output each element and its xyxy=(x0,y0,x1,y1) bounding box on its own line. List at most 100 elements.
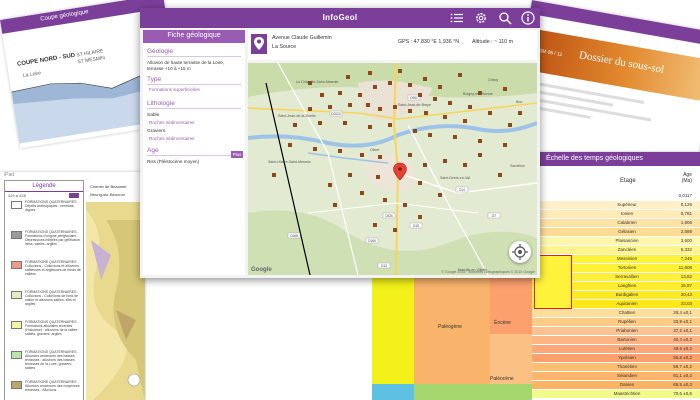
epoch-label-paleocene: Paléocène xyxy=(490,376,514,382)
stage-name: Yprésien xyxy=(618,355,636,360)
borehole-marker[interactable] xyxy=(348,173,352,177)
borehole-marker[interactable] xyxy=(368,71,372,75)
borehole-marker[interactable] xyxy=(393,228,397,232)
map-view[interactable]: La Chapelle-Saint-Mesmin Saint-Jean-de-B… xyxy=(248,63,537,275)
borehole-marker[interactable] xyxy=(346,75,350,79)
borehole-marker[interactable] xyxy=(360,191,364,195)
info-icon[interactable] xyxy=(521,11,535,25)
borehole-marker[interactable] xyxy=(320,93,324,97)
borehole-marker[interactable] xyxy=(418,181,422,185)
lithology-plus-button[interactable]: Plus xyxy=(231,151,243,158)
borehole-marker[interactable] xyxy=(388,123,392,127)
list-icon[interactable] xyxy=(450,11,464,25)
stage-row: Danien 65,5 ±0,3 xyxy=(532,381,700,389)
borehole-marker[interactable] xyxy=(423,163,427,167)
lithology-item-link[interactable]: Roches sédimentaires xyxy=(149,136,241,141)
borehole-marker[interactable] xyxy=(438,85,442,89)
legend-title: Légende xyxy=(5,181,83,192)
infogeol-window: InfoGeol Fiche géologique Géologie Alluv… xyxy=(140,8,540,278)
borehole-marker[interactable] xyxy=(408,153,412,157)
borehole-marker[interactable] xyxy=(413,129,417,133)
crosshair-icon xyxy=(512,244,528,260)
borehole-marker[interactable] xyxy=(503,87,507,91)
legend-map[interactable]: Chemin de Beaumer Neung-sur-Beuvron xyxy=(86,180,145,400)
legend-location-line2: Neung-sur-Beuvron xyxy=(90,192,125,197)
stage-age: 5,332 xyxy=(680,247,692,252)
borehole-marker[interactable] xyxy=(448,101,452,105)
borehole-marker[interactable] xyxy=(308,107,312,111)
borehole-marker[interactable] xyxy=(333,203,337,207)
borehole-marker[interactable] xyxy=(358,93,362,97)
borehole-marker[interactable] xyxy=(343,121,347,125)
borehole-marker[interactable] xyxy=(398,69,402,73)
borehole-marker[interactable] xyxy=(443,115,447,119)
borehole-marker[interactable] xyxy=(378,155,382,159)
age-heading: Age xyxy=(147,147,241,157)
borehole-marker[interactable] xyxy=(458,73,462,77)
borehole-marker[interactable] xyxy=(378,107,382,111)
borehole-marker[interactable] xyxy=(293,123,297,127)
borehole-marker[interactable] xyxy=(488,111,492,115)
borehole-marker[interactable] xyxy=(428,133,432,137)
borehole-marker[interactable] xyxy=(503,143,507,147)
borehole-marker[interactable] xyxy=(418,215,422,219)
borehole-marker[interactable] xyxy=(518,111,522,115)
borehole-marker[interactable] xyxy=(393,105,397,109)
borehole-marker[interactable] xyxy=(383,198,387,202)
stage-row: Priabonien 37,2 ±0,1 xyxy=(532,327,700,335)
borehole-marker[interactable] xyxy=(373,85,377,89)
borehole-marker[interactable] xyxy=(443,159,447,163)
borehole-marker[interactable] xyxy=(313,147,317,151)
borehole-marker[interactable] xyxy=(376,175,380,179)
borehole-marker[interactable] xyxy=(328,183,332,187)
borehole-marker[interactable] xyxy=(408,83,412,87)
stage-age: 0,781 xyxy=(680,211,692,216)
legend-swatch xyxy=(11,321,22,329)
borehole-marker[interactable] xyxy=(348,103,352,107)
borehole-marker[interactable] xyxy=(360,153,364,157)
borehole-marker[interactable] xyxy=(366,103,370,107)
time-scale-bar: Échelle des temps géologiques xyxy=(532,152,700,166)
map-canvas[interactable]: La Chapelle-Saint-Mesmin Saint-Jean-de-B… xyxy=(248,63,537,275)
borehole-marker[interactable] xyxy=(478,153,482,157)
borehole-marker[interactable] xyxy=(318,121,322,125)
road-badge: D14 xyxy=(455,186,469,193)
borehole-marker[interactable] xyxy=(433,97,437,101)
legend-swatch xyxy=(11,291,22,299)
borehole-marker[interactable] xyxy=(478,91,482,95)
borehole-marker[interactable] xyxy=(288,143,292,147)
gear-icon[interactable] xyxy=(474,11,488,25)
borehole-marker[interactable] xyxy=(463,119,467,123)
borehole-marker[interactable] xyxy=(478,139,482,143)
stage-age: 65,5 ±0,3 xyxy=(673,382,692,387)
borehole-marker[interactable] xyxy=(418,93,422,97)
borehole-marker[interactable] xyxy=(328,105,332,109)
borehole-marker[interactable] xyxy=(388,81,392,85)
map-label: Saint-Jean-de-Braye xyxy=(398,103,431,107)
borehole-marker[interactable] xyxy=(272,173,276,177)
borehole-marker[interactable] xyxy=(308,81,312,85)
borehole-marker[interactable] xyxy=(463,163,467,167)
borehole-marker[interactable] xyxy=(438,193,442,197)
borehole-marker[interactable] xyxy=(403,203,407,207)
locate-button[interactable] xyxy=(509,241,531,263)
borehole-marker[interactable] xyxy=(338,149,342,153)
legend-close-button[interactable] xyxy=(69,193,79,198)
borehole-marker[interactable] xyxy=(424,111,428,115)
road-badge: D7 xyxy=(487,212,501,219)
map-label: Saint-Jean-de-la-Ruelle xyxy=(278,114,316,118)
borehole-marker[interactable] xyxy=(338,91,342,95)
lithology-item-link[interactable]: Roches sédimentaires xyxy=(149,120,241,125)
borehole-marker[interactable] xyxy=(468,105,472,109)
borehole-marker[interactable] xyxy=(408,109,412,113)
legend-item-text: FORMATIONS QUATERNAIRES - Colluvions - C… xyxy=(25,260,81,276)
type-link[interactable]: Formations superficielles xyxy=(149,87,241,92)
borehole-marker[interactable] xyxy=(508,123,512,127)
borehole-marker[interactable] xyxy=(368,125,372,129)
borehole-marker[interactable] xyxy=(498,173,502,177)
borehole-marker[interactable] xyxy=(373,223,377,227)
search-icon[interactable] xyxy=(498,11,512,25)
borehole-marker[interactable] xyxy=(423,77,427,81)
stage-name: Plaisancien xyxy=(615,238,639,243)
borehole-marker[interactable] xyxy=(453,135,457,139)
